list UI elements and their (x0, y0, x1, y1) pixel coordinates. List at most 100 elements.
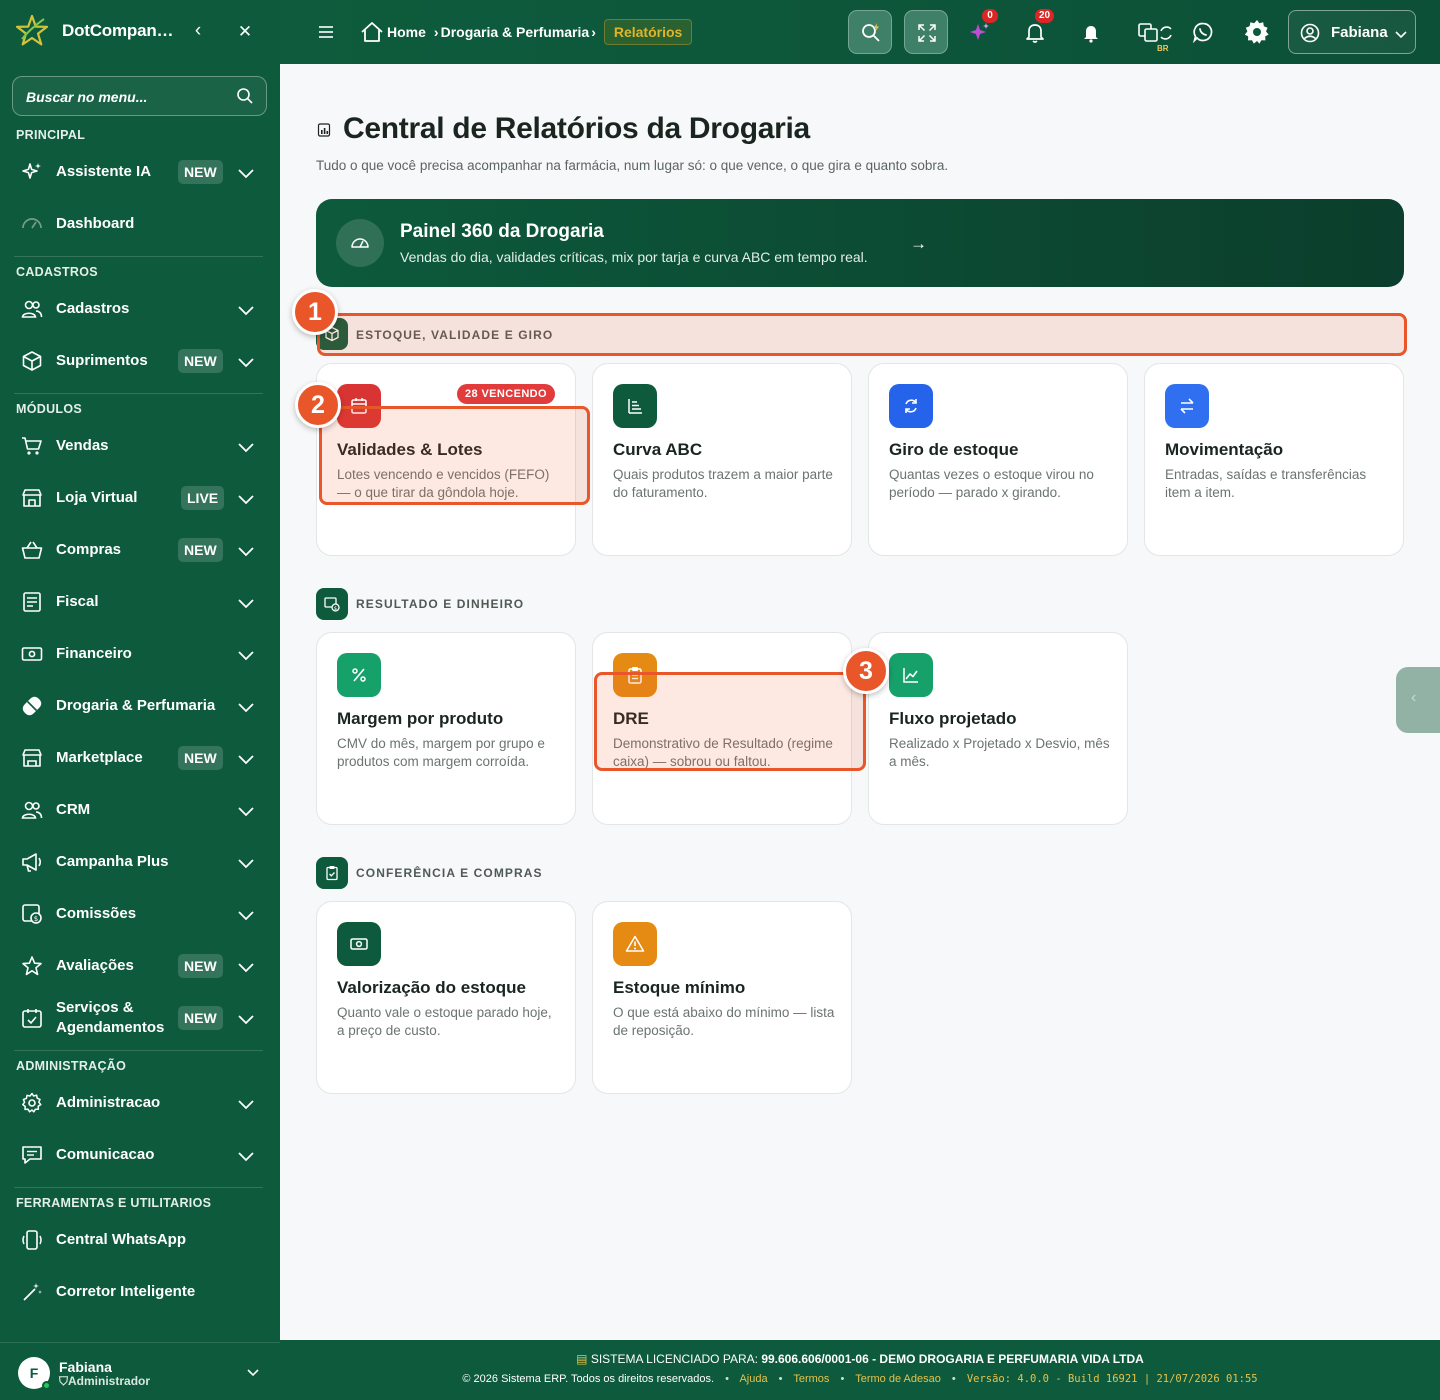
card-margem-produto[interactable]: Margem por produto CMV do mês, margem po… (316, 632, 576, 825)
chevron-down-icon[interactable] (236, 645, 256, 665)
sidebar-item-assistente-ia[interactable]: Assistente IA NEW (0, 146, 280, 198)
new-badge: NEW (178, 538, 223, 562)
shield-icon: ⛉ (59, 1374, 69, 1388)
chevron-down-icon[interactable] (236, 489, 256, 509)
chevron-down-icon[interactable] (236, 957, 256, 977)
footer-links: © 2026 Sistema ERP. Todos os direitos re… (280, 1373, 1440, 1385)
gear-icon[interactable] (1243, 18, 1271, 46)
new-badge: NEW (178, 349, 223, 373)
fullscreen-button[interactable] (904, 10, 948, 54)
clipboard-check-icon (326, 866, 338, 881)
chevron-down-icon[interactable] (236, 1009, 256, 1029)
card-estoque-minimo[interactable]: Estoque mínimo O que está abaixo do míni… (592, 901, 852, 1094)
users-icon (21, 300, 43, 318)
whatsapp-icon[interactable] (1191, 20, 1215, 44)
chevron-down-icon[interactable] (236, 541, 256, 561)
card-title: Movimentação (1165, 440, 1284, 459)
painel-360-banner[interactable]: Painel 360 da Drogaria Vendas do dia, va… (316, 199, 1404, 287)
page-title: Central de Relatórios da Drogaria (343, 112, 810, 145)
menu-search-input[interactable]: Buscar no menu... (12, 76, 267, 116)
card-movimentacao[interactable]: Movimentação Entradas, saídas e transfer… (1144, 363, 1404, 556)
ai-sparkles-icon[interactable] (968, 20, 992, 44)
sidebar-item-label: Marketplace (56, 749, 143, 766)
annotation-number-3: 3 (843, 648, 889, 694)
footer-link-termo-adesao[interactable]: Termo de Adesao (855, 1373, 941, 1385)
chevron-down-icon[interactable] (236, 905, 256, 925)
highlight-2 (319, 406, 590, 505)
sidebar-item-central-whatsapp[interactable]: Central WhatsApp (0, 1214, 280, 1266)
online-status-dot (42, 1381, 51, 1390)
footer-link-termos[interactable]: Termos (793, 1373, 829, 1385)
chevron-down-icon[interactable] (236, 853, 256, 873)
notifications-count-badge: 20 (1035, 9, 1055, 23)
topbar: Home › Drogaria & Perfumaria › Relatório… (280, 0, 1440, 64)
sidebar-item-campanha-plus[interactable]: Campanha Plus (0, 836, 280, 888)
card-icon-bg (889, 384, 933, 428)
star-logo-icon (15, 14, 49, 46)
user-role-label: Administrador (68, 1374, 151, 1388)
section-modulos: MÓDULOS (16, 402, 82, 416)
side-drawer-toggle[interactable]: ‹ (1396, 667, 1440, 733)
sidebar-item-marketplace[interactable]: Marketplace NEW (0, 732, 280, 784)
card-description: CMV do mês, margem por grupo e produtos … (337, 736, 545, 769)
language-tag: BR (1157, 44, 1169, 53)
sidebar-item-drogaria-perfumaria[interactable]: Drogaria & Perfumaria (0, 680, 280, 732)
breadcrumb-separator: › (591, 24, 596, 40)
card-fluxo-projetado[interactable]: Fluxo projetado Realizado x Projetado x … (868, 632, 1128, 825)
message-icon (22, 1146, 42, 1164)
sidebar-item-label: Loja Virtual (56, 489, 138, 506)
sidebar-item-administracao[interactable]: Administracao (0, 1077, 280, 1129)
breadcrumb-home[interactable]: Home (387, 24, 426, 40)
footer: ▤ SISTEMA LICENCIADO PARA: 99.606.606/00… (280, 1340, 1440, 1400)
sidebar-item-suprimentos[interactable]: Suprimentos NEW (0, 335, 280, 387)
sidebar-item-avaliacoes[interactable]: Avaliações NEW (0, 940, 280, 992)
chevron-down-icon[interactable] (236, 749, 256, 769)
sidebar-item-dashboard[interactable]: Dashboard (0, 198, 280, 250)
live-badge: LIVE (181, 486, 225, 510)
card-curva-abc[interactable]: Curva ABC Quais produtos trazem a maior … (592, 363, 852, 556)
bell-outline-icon[interactable] (1023, 20, 1047, 44)
sidebar-item-vendas[interactable]: Vendas (0, 420, 280, 472)
chevron-down-icon[interactable] (236, 1146, 256, 1166)
sidebar-item-financeiro[interactable]: Financeiro (0, 628, 280, 680)
sidebar-item-fiscal[interactable]: Fiscal (0, 576, 280, 628)
home-icon[interactable] (360, 20, 384, 44)
menu-icon[interactable] (317, 22, 335, 42)
sidebar-item-servicos-agendamentos[interactable]: Serviços & Agendamentos NEW (0, 992, 280, 1044)
sidebar-item-crm[interactable]: CRM (0, 784, 280, 836)
sidebar-item-cadastros[interactable]: Cadastros (0, 283, 280, 335)
footer-link-ajuda[interactable]: Ajuda (739, 1373, 767, 1385)
card-description: O que está abaixo do mínimo — lista de r… (613, 1005, 835, 1038)
chevron-down-icon[interactable] (236, 300, 256, 320)
chevron-down-icon[interactable] (236, 352, 256, 372)
chevron-down-icon[interactable] (236, 697, 256, 717)
chevron-down-icon[interactable] (236, 593, 256, 613)
collapse-sidebar-button[interactable]: ‹ (186, 20, 210, 44)
chevron-down-icon[interactable] (245, 1364, 261, 1380)
chevron-down-icon[interactable] (236, 163, 256, 183)
sidebar-item-comunicacao[interactable]: Comunicacao (0, 1129, 280, 1181)
sidebar-user-menu[interactable]: F Fabiana ⛉Administrador (0, 1342, 280, 1400)
language-icon[interactable] (1138, 20, 1172, 44)
close-icon[interactable]: ✕ (233, 20, 257, 44)
card-description: Quais produtos trazem a maior parte do f… (613, 467, 833, 500)
card-icon-bg (613, 922, 657, 966)
sidebar-item-compras[interactable]: Compras NEW (0, 524, 280, 576)
sidebar-item-corretor-inteligente[interactable]: Corretor Inteligente (0, 1266, 280, 1318)
license-label: SISTEMA LICENCIADO PARA: (590, 1352, 758, 1366)
new-badge: NEW (178, 1006, 223, 1030)
sidebar-item-comissoes[interactable]: $ Comissões (0, 888, 280, 940)
card-valorizacao-estoque[interactable]: Valorização do estoque Quanto vale o est… (316, 901, 576, 1094)
card-giro-estoque[interactable]: Giro de estoque Quantas vezes o estoque … (868, 363, 1128, 556)
store-icon (22, 489, 42, 507)
sidebar-brand: DotCompan… ‹ ✕ (0, 0, 280, 64)
chevron-down-icon[interactable] (236, 437, 256, 457)
speedometer-icon (351, 238, 369, 248)
bell-icon[interactable] (1079, 20, 1103, 44)
chevron-down-icon[interactable] (236, 1094, 256, 1114)
chevron-down-icon[interactable] (236, 801, 256, 821)
breadcrumb-section[interactable]: Drogaria & Perfumaria (441, 24, 590, 40)
sidebar-item-loja-virtual[interactable]: Loja Virtual LIVE (0, 472, 280, 524)
quick-search-button[interactable] (848, 10, 892, 54)
user-menu-button[interactable]: Fabiana (1288, 10, 1416, 54)
